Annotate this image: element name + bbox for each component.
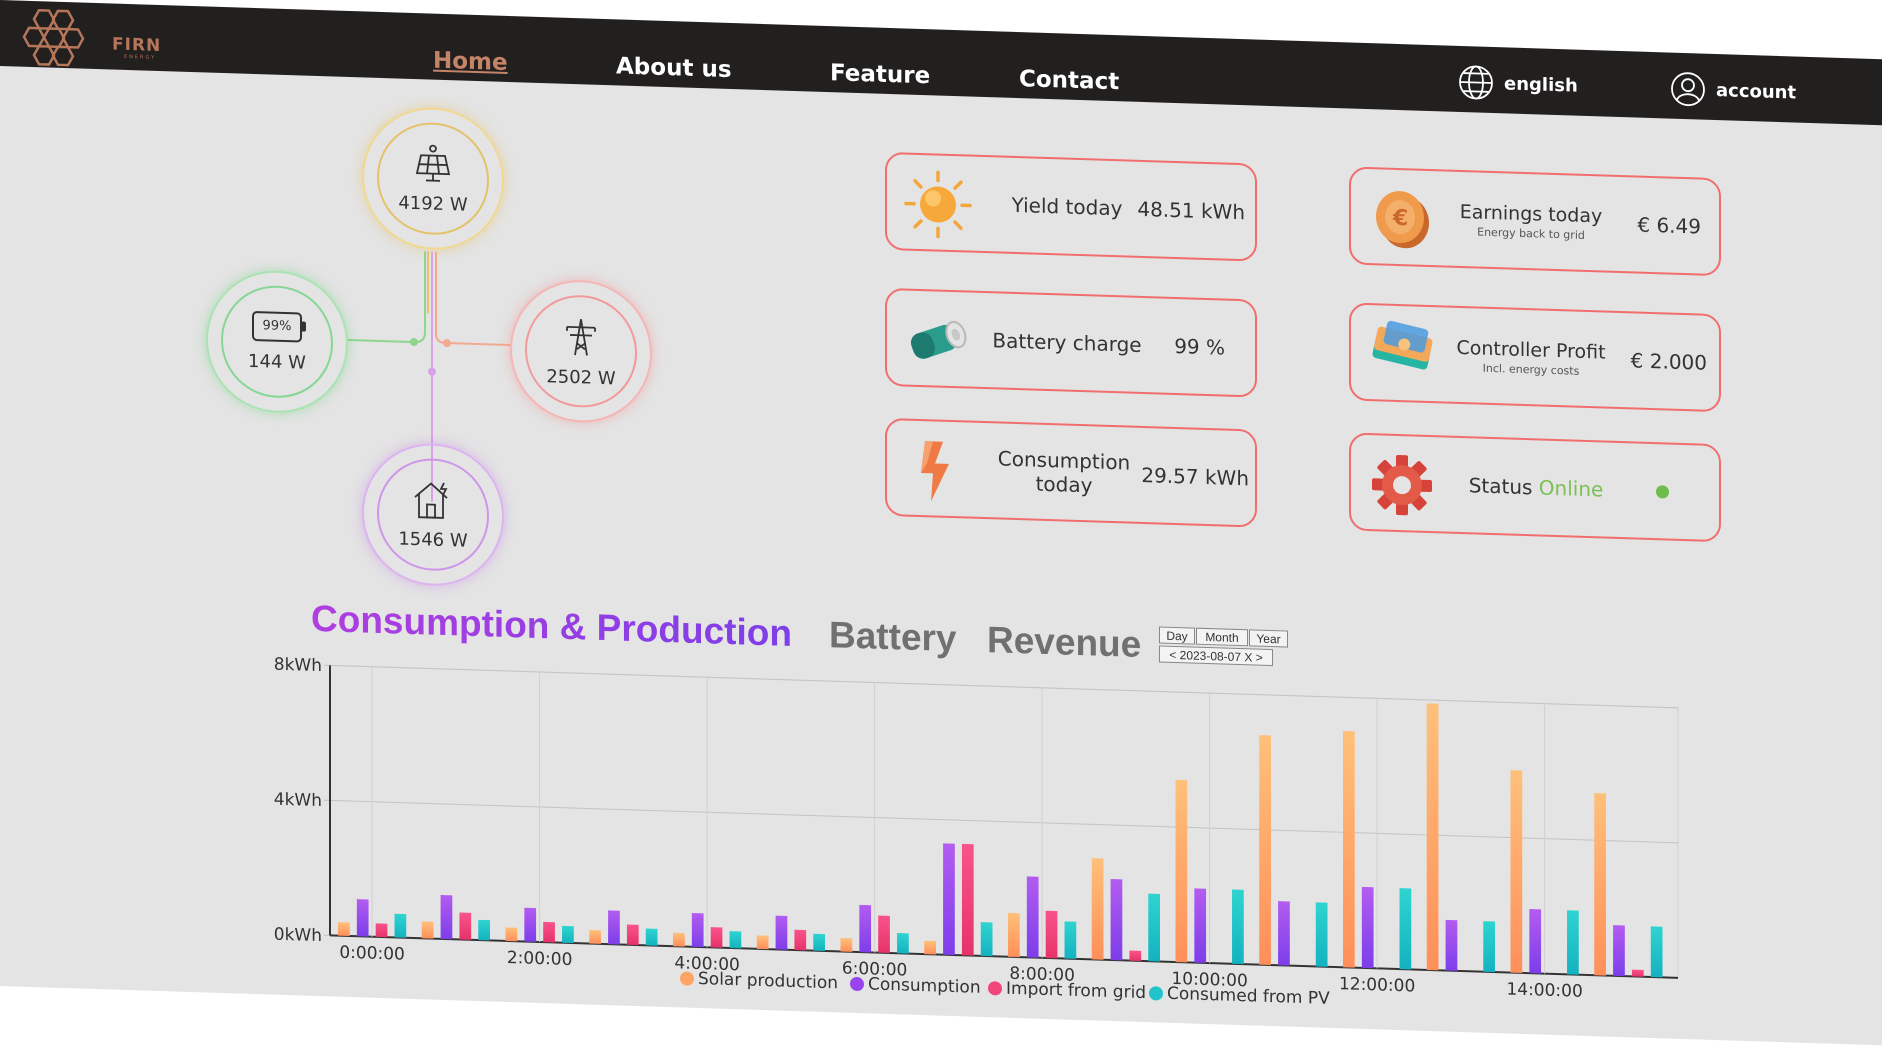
bar-consumption xyxy=(692,913,704,947)
bar-consumed-from-pv xyxy=(1483,921,1495,972)
bar-import-from-grid xyxy=(962,844,974,956)
bar-consumed-from-pv xyxy=(1651,926,1663,977)
bar-consumed-from-pv xyxy=(562,926,574,943)
bar-import-from-grid xyxy=(794,930,806,951)
legend-consumption-dot xyxy=(850,977,864,991)
bar-consumption xyxy=(1446,920,1458,971)
bar-import-from-grid xyxy=(376,923,388,937)
bar-import-from-grid xyxy=(1129,950,1141,960)
bar-consumption xyxy=(776,916,788,950)
bar-consumed-from-pv xyxy=(1232,890,1244,965)
bar-consumed-from-pv xyxy=(1400,888,1412,969)
bar-import-from-grid xyxy=(627,924,639,945)
y-gridline xyxy=(324,665,1678,708)
bar-consumption xyxy=(357,899,369,936)
legend-consumption-label: Consumption xyxy=(868,974,981,998)
bar-consumption xyxy=(608,910,620,944)
bar-consumed-from-pv xyxy=(1316,902,1328,966)
bar-consumption xyxy=(859,905,871,953)
legend-import-dot xyxy=(988,981,1002,995)
bar-solar-production xyxy=(1008,913,1020,957)
bar-consumption xyxy=(1613,925,1625,976)
bar-solar-production xyxy=(1092,858,1104,960)
bar-consumed-from-pv xyxy=(1567,910,1579,974)
bar-consumption xyxy=(441,895,453,939)
bar-consumed-from-pv xyxy=(1148,894,1160,962)
x-tick-label: 2:00:00 xyxy=(507,948,573,970)
legend-consumption[interactable]: Consumption xyxy=(850,974,981,998)
bar-solar-production xyxy=(841,938,853,952)
bar-solar-production xyxy=(422,921,434,938)
bar-consumption xyxy=(1111,879,1123,960)
bar-solar-production xyxy=(589,930,601,944)
bar-import-from-grid xyxy=(1632,970,1644,977)
bar-import-from-grid xyxy=(543,922,555,943)
y-tick-label: 0kWh xyxy=(274,925,322,947)
x-tick-label: 0:00:00 xyxy=(339,943,405,965)
bar-consumption xyxy=(1027,876,1039,957)
consumption-production-chart: 0kWh4kWh8kWh0:00:002:00:004:00:006:00:00… xyxy=(0,0,1750,1025)
bar-consumed-from-pv xyxy=(646,928,658,945)
bar-consumption xyxy=(1278,901,1290,965)
dashboard-page: FIRN ENERGY Home About us Feature Contac… xyxy=(0,0,1882,1045)
bar-consumption xyxy=(1194,888,1206,963)
y-tick-label: 4kWh xyxy=(274,790,322,812)
legend-pv-dot xyxy=(1149,986,1163,1000)
bar-consumed-from-pv xyxy=(478,920,490,941)
bar-consumed-from-pv xyxy=(897,933,909,954)
bar-consumed-from-pv xyxy=(395,914,407,938)
bar-import-from-grid xyxy=(878,916,890,953)
bar-consumed-from-pv xyxy=(813,934,825,951)
bar-solar-production xyxy=(757,935,769,949)
bar-consumed-from-pv xyxy=(1065,921,1077,958)
y-tick-label: 8kWh xyxy=(274,655,322,677)
x-tick-label: 14:00:00 xyxy=(1506,979,1582,1001)
bar-consumption xyxy=(524,908,536,942)
bar-solar-production xyxy=(1176,780,1188,963)
bar-import-from-grid xyxy=(459,912,471,939)
bar-solar-production xyxy=(673,933,685,947)
x-tick-label: 12:00:00 xyxy=(1339,974,1415,996)
bar-solar-production xyxy=(1594,793,1606,976)
bar-consumption xyxy=(1529,909,1541,973)
bar-consumed-from-pv xyxy=(981,922,993,956)
bar-solar-production xyxy=(1511,770,1523,973)
bar-solar-production xyxy=(1259,735,1271,965)
bar-import-from-grid xyxy=(1046,911,1058,959)
bar-import-from-grid xyxy=(711,927,723,948)
bar-consumption xyxy=(1362,887,1374,968)
bar-consumption xyxy=(943,843,955,955)
bar-solar-production xyxy=(1427,703,1439,970)
bar-solar-production xyxy=(924,941,936,955)
bar-solar-production xyxy=(1343,731,1355,968)
legend-solar-dot xyxy=(680,971,694,985)
bar-consumed-from-pv xyxy=(730,931,742,948)
bar-solar-production xyxy=(506,927,518,941)
y-gridline xyxy=(324,800,1678,843)
bar-solar-production xyxy=(338,922,350,936)
